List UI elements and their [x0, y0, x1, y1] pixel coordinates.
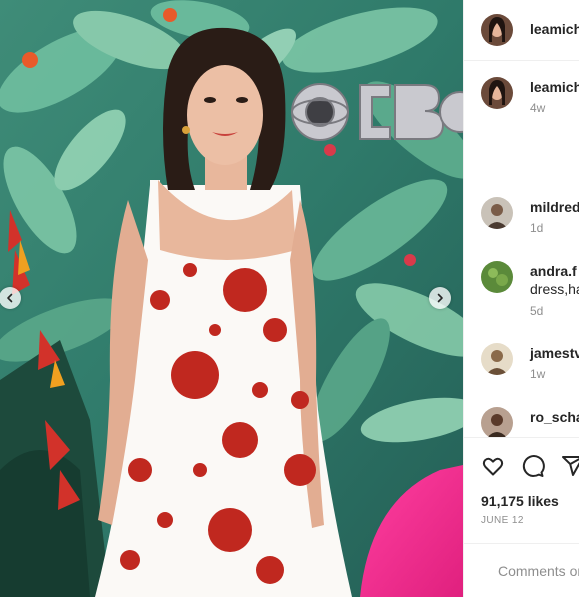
post-date[interactable]: JUNE 12 [481, 515, 524, 526]
comment-username[interactable]: ro_scha [530, 409, 579, 425]
post-side-panel: leamich leamich 4w mildred 1d andra.f dr… [463, 0, 579, 597]
comment-avatar[interactable] [481, 343, 513, 375]
caption-time[interactable]: 4w [530, 101, 545, 115]
post-header: leamich [464, 0, 579, 61]
previous-photo-button[interactable] [0, 287, 21, 309]
share-icon[interactable] [561, 454, 579, 478]
comment-avatar[interactable] [481, 261, 513, 293]
comment-icon[interactable] [521, 454, 545, 478]
comment-username[interactable]: andra.f [530, 263, 577, 279]
post-actions: 91,175 likes JUNE 12 [464, 437, 579, 544]
heart-icon[interactable] [481, 454, 505, 478]
author-avatar[interactable] [481, 14, 513, 46]
add-comment-bar [464, 543, 579, 597]
post-image [0, 0, 463, 597]
next-photo-button[interactable] [429, 287, 451, 309]
comment-time[interactable]: 5d [530, 304, 543, 318]
likes-count[interactable]: 91,175 likes [481, 493, 559, 509]
post-photo[interactable] [0, 0, 463, 597]
comment-avatar[interactable] [481, 407, 513, 437]
author-username[interactable]: leamich [530, 21, 579, 37]
caption-username[interactable]: leamich [530, 79, 579, 95]
comment-input[interactable] [496, 562, 579, 580]
comment-text: dress,ha [530, 281, 579, 297]
comment-avatar[interactable] [481, 197, 513, 229]
comments-list[interactable]: leamich 4w mildred 1d andra.f dress,ha 5… [464, 61, 579, 437]
caption-avatar[interactable] [481, 77, 513, 109]
comment-time[interactable]: 1w [530, 367, 545, 381]
comment-time[interactable]: 1d [530, 221, 543, 235]
chevron-right-icon [437, 293, 443, 303]
comment-username[interactable]: jamestv [530, 345, 579, 361]
chevron-left-icon [7, 293, 13, 303]
comment-username[interactable]: mildred [530, 199, 579, 215]
